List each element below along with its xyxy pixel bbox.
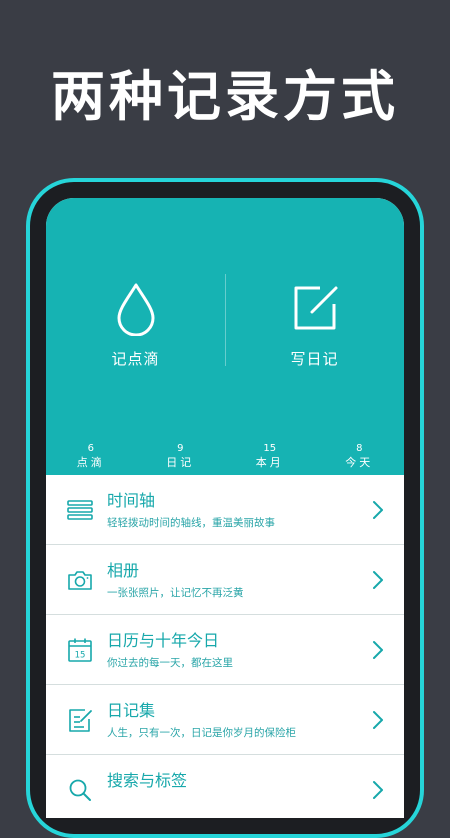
stat-label: 本月 — [255, 456, 284, 469]
search-icon — [66, 777, 94, 803]
chevron-right-icon — [373, 781, 383, 799]
app-screen: 记点滴 写日记 6 点滴 9 日记 15 本月 8 今天 时间轴 轻轻拨动时间的… — [46, 198, 404, 818]
chevron-right-icon — [373, 711, 383, 729]
stat-label: 今天 — [345, 456, 374, 469]
stat-label: 日记 — [166, 456, 195, 469]
edit-icon — [290, 282, 340, 340]
list-item-title: 时间轴 — [107, 491, 156, 510]
record-drop-button[interactable]: 记点滴 — [46, 282, 225, 372]
list-item-album[interactable]: 相册 一张张照片，让记忆不再泛黄 — [46, 545, 404, 615]
list-item-subtitle: 轻轻拨动时间的轴线，重温美丽故事 — [107, 517, 275, 529]
camera-icon — [66, 567, 94, 593]
stat-drops[interactable]: 6 点滴 — [46, 442, 136, 472]
stat-label: 点滴 — [76, 456, 105, 469]
list-item-diary-collection[interactable]: 日记集 人生，只有一次，日记是你岁月的保险柜 — [46, 685, 404, 755]
stats-bar: 6 点滴 9 日记 15 本月 8 今天 — [46, 442, 404, 472]
write-diary-button[interactable]: 写日记 — [225, 282, 404, 372]
stat-month[interactable]: 15 本月 — [225, 442, 315, 472]
record-drop-label: 记点滴 — [111, 350, 160, 368]
water-drop-icon — [111, 282, 161, 340]
list-item-title: 日记集 — [107, 701, 156, 720]
list-item-title: 日历与十年今日 — [107, 631, 220, 650]
write-diary-label: 写日记 — [290, 350, 339, 368]
stat-value: 8 — [356, 443, 363, 454]
stat-value: 9 — [177, 443, 184, 454]
calendar-icon: 15 — [66, 637, 94, 663]
stat-today[interactable]: 8 今天 — [315, 442, 405, 472]
hero-panel: 记点滴 写日记 6 点滴 9 日记 15 本月 8 今天 — [46, 198, 404, 475]
chevron-right-icon — [373, 571, 383, 589]
list-item-subtitle: 人生，只有一次，日记是你岁月的保险柜 — [107, 727, 296, 739]
stat-diaries[interactable]: 9 日记 — [136, 442, 226, 472]
stat-value: 15 — [263, 443, 277, 454]
list-item-subtitle: 一张张照片，让记忆不再泛黄 — [107, 587, 244, 599]
list-item-search-tags[interactable]: 搜索与标签 — [46, 755, 404, 818]
list-item-subtitle: 你过去的每一天，都在这里 — [107, 657, 233, 669]
diary-icon — [66, 707, 94, 733]
stat-value: 6 — [87, 443, 94, 454]
chevron-right-icon — [373, 641, 383, 659]
list-item-title: 相册 — [107, 561, 140, 580]
list-item-title: 搜索与标签 — [107, 771, 188, 790]
timeline-icon — [66, 497, 94, 523]
chevron-right-icon — [373, 501, 383, 519]
list-item-calendar[interactable]: 15 日历与十年今日 你过去的每一天，都在这里 — [46, 615, 404, 685]
headline: 两种记录方式 — [51, 65, 399, 128]
feature-list: 时间轴 轻轻拨动时间的轴线，重温美丽故事 相册 一张张照片，让记忆不再泛黄 15… — [46, 475, 404, 818]
calendar-day-number: 15 — [75, 651, 86, 661]
list-item-timeline[interactable]: 时间轴 轻轻拨动时间的轴线，重温美丽故事 — [46, 475, 404, 545]
